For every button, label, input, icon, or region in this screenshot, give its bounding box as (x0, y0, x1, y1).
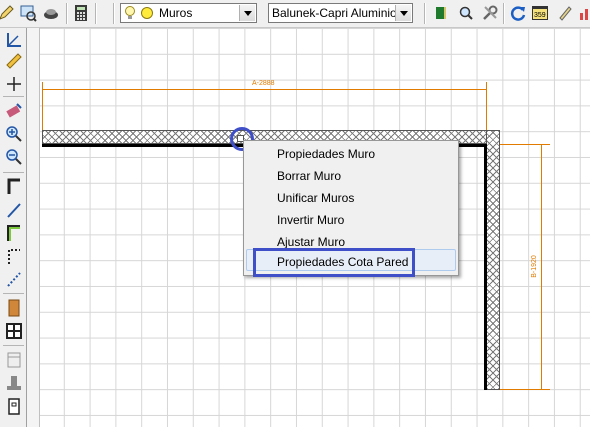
vertical-ruler (27, 28, 40, 427)
chart-icon[interactable] (576, 3, 590, 23)
top-toolbar: Muros Balunek-Capri Aluminio 359 (0, 0, 590, 28)
diagonal-line-icon[interactable] (4, 200, 24, 220)
toolbar-separator (3, 172, 24, 173)
pencil-icon[interactable] (0, 3, 16, 23)
dimension-label: B-1920 (530, 255, 538, 278)
dimension-line (541, 144, 542, 390)
wall-vertical[interactable] (486, 130, 500, 390)
dotted-line-icon[interactable] (4, 269, 24, 289)
refresh-icon[interactable] (508, 3, 528, 23)
toolbar-separator (503, 3, 505, 24)
book-icon[interactable] (431, 3, 451, 23)
wall-inner-line (484, 144, 487, 390)
chevron-down-icon[interactable] (239, 5, 255, 21)
layer-color-dot (141, 7, 153, 19)
search-icon[interactable] (456, 3, 476, 23)
zoom-out-icon[interactable] (4, 147, 24, 167)
calculator-icon[interactable] (71, 3, 91, 23)
profile-combo-value: Balunek-Capri Aluminio (272, 6, 397, 20)
toolbar-separator (95, 3, 97, 24)
zoom-in-icon[interactable] (4, 124, 24, 144)
calendar-icon[interactable]: 359 (530, 3, 550, 23)
chevron-down-icon[interactable] (395, 5, 411, 21)
dimension-line (42, 89, 487, 90)
left-toolbar (0, 28, 27, 427)
edit-pen-icon[interactable] (555, 3, 575, 23)
layer-combo[interactable]: Muros (120, 3, 257, 23)
dashed-corner-icon[interactable] (4, 246, 24, 266)
svg-text:359: 359 (534, 12, 546, 19)
toolbar-separator (3, 293, 24, 294)
toolbar-separator (113, 3, 115, 24)
tools-icon[interactable] (480, 3, 500, 23)
dimension-extension-line (500, 144, 550, 145)
crosshair-icon[interactable] (4, 74, 24, 94)
menu-item-propiedades-muro[interactable]: Propiedades Muro (277, 147, 375, 161)
panel-icon[interactable] (4, 350, 24, 370)
menu-item-invertir-muro[interactable]: Invertir Muro (277, 213, 344, 227)
window-grid-icon[interactable] (4, 321, 24, 341)
menu-item-ajustar-muro[interactable]: Ajustar Muro (277, 235, 345, 249)
eraser-icon[interactable] (4, 101, 24, 121)
layer-combo-value: Muros (159, 6, 193, 20)
dimension-label: A-2888 (252, 80, 275, 87)
door-panel-icon[interactable] (4, 396, 24, 416)
toolbar-separator (66, 3, 68, 24)
lightbulb-icon (124, 5, 136, 24)
3d-view-icon[interactable] (41, 3, 61, 23)
green-corner-icon[interactable] (4, 223, 24, 243)
profile-shape-icon[interactable] (4, 373, 24, 393)
profile-combo[interactable]: Balunek-Capri Aluminio (268, 3, 413, 23)
corner-wall-icon[interactable] (4, 176, 24, 196)
annotation-highlight-box (253, 248, 415, 277)
axis-icon[interactable] (4, 30, 24, 50)
toolbar-separator (3, 345, 24, 346)
ruler-measure-icon[interactable] (4, 51, 24, 71)
zoom-window-icon[interactable] (18, 3, 38, 23)
dimension-extension-line (500, 389, 550, 390)
menu-item-unificar-muros[interactable]: Unificar Muros (277, 191, 354, 205)
menu-item-borrar-muro[interactable]: Borrar Muro (277, 169, 341, 183)
toolbar-separator (424, 3, 426, 24)
toolbar-separator (3, 96, 24, 97)
door-icon[interactable] (4, 298, 24, 318)
